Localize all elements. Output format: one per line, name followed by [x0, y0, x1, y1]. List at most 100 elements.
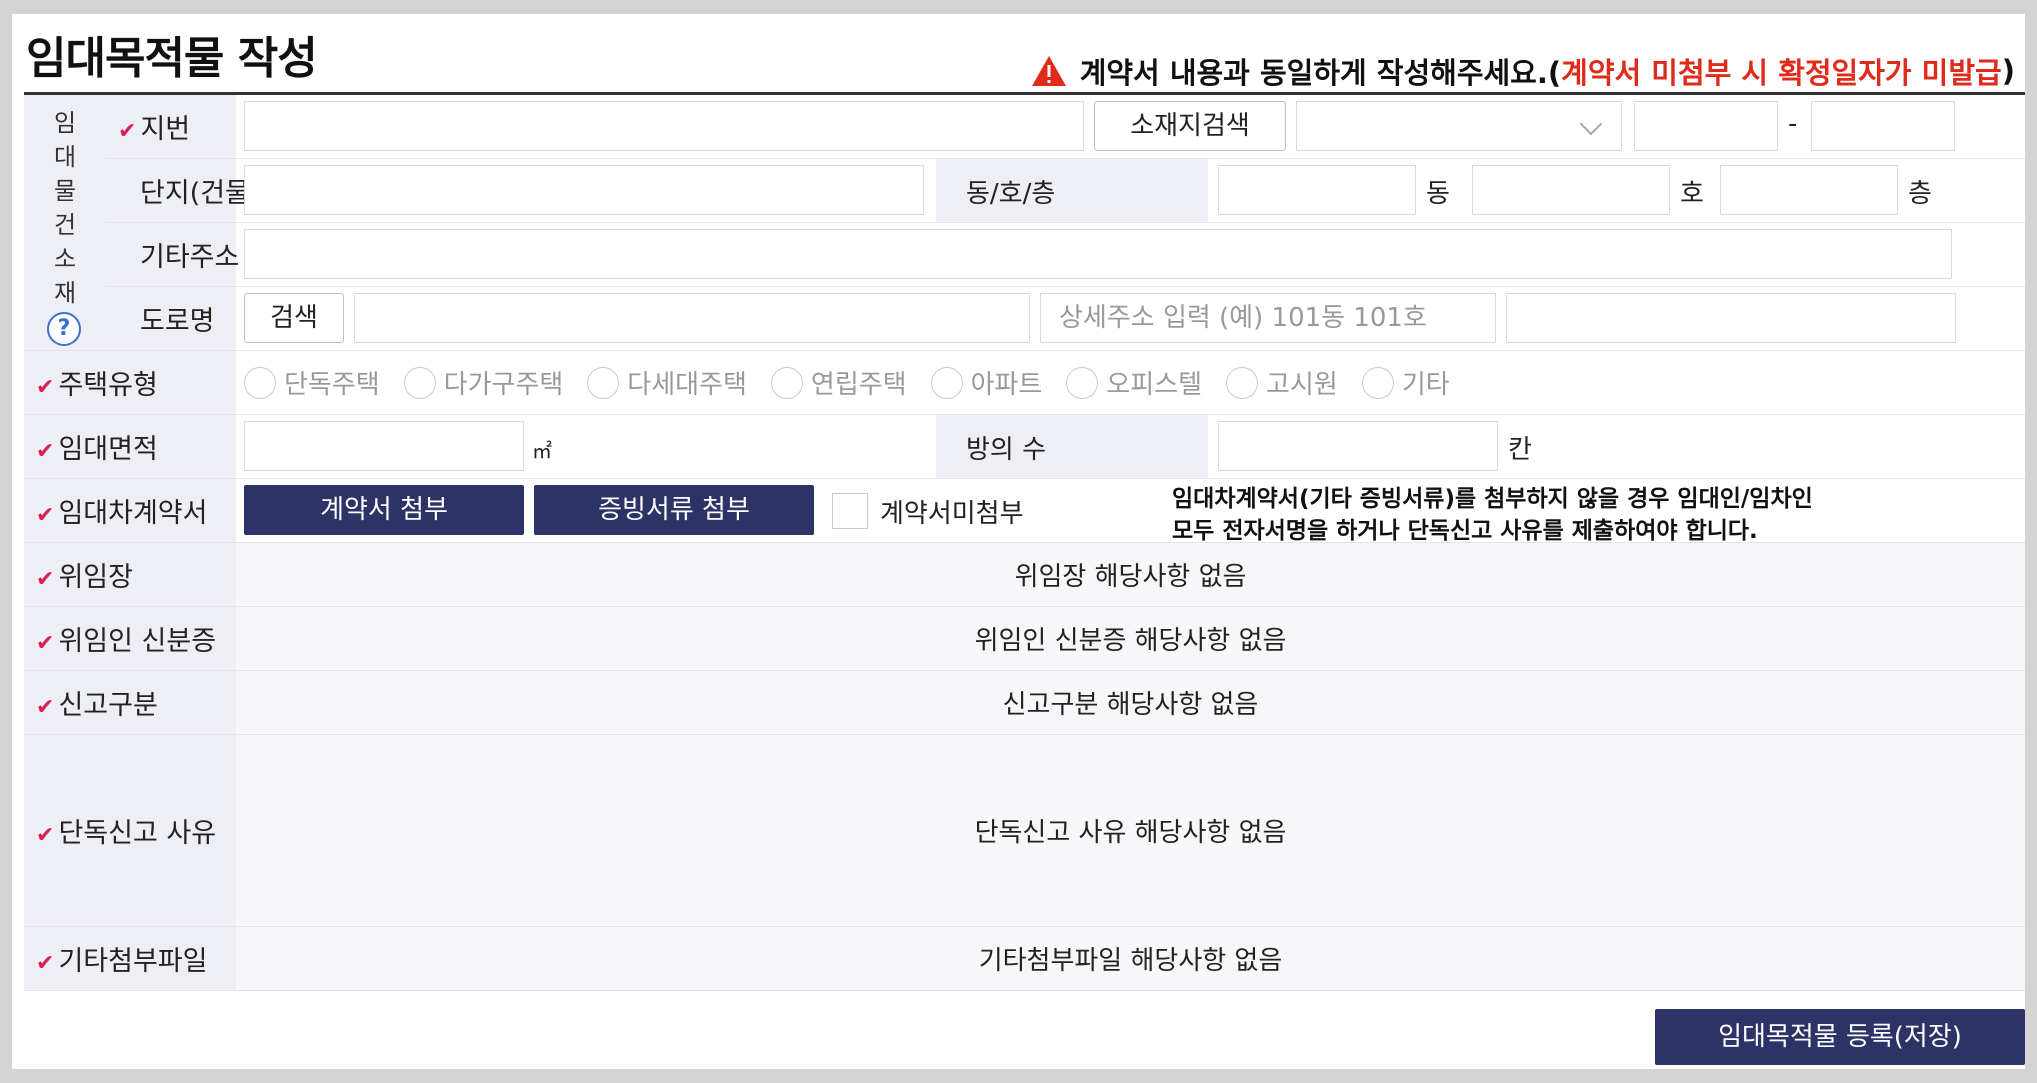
power-of-attorney-value: 위임장 해당사항 없음 — [236, 542, 2025, 607]
jibun-label: ✔ 지번 — [106, 95, 236, 159]
jibun-select[interactable] — [1296, 101, 1622, 151]
contract-cell: 계약서 첨부 증빙서류 첨부 계약서미첨부 임대차계약서(기타 증빙서류)를 첨… — [236, 478, 2025, 544]
radio-row-house[interactable]: 연립주택 — [770, 364, 907, 401]
housing-type-radio-group: 단독주택 다가구주택 다세대주택 연립주택 아파트 오피스텔 고시원 기타 — [236, 351, 2025, 414]
notice-banner: 계약서 내용과 동일하게 작성해주세요.(계약서 미첨부 시 확정일자가 미발급… — [1030, 50, 2015, 92]
radio-officetel[interactable]: 오피스텔 — [1066, 364, 1202, 401]
notice-close-paren: ) — [2001, 54, 2015, 88]
road-address-input[interactable] — [354, 293, 1030, 343]
radio-other[interactable]: 기타 — [1361, 364, 1450, 401]
sole-report-reason-row: ✔ 단독신고 사유 단독신고 사유 해당사항 없음 — [24, 734, 2025, 927]
radio-circle[interactable] — [587, 366, 620, 399]
jibun-sub-number-input[interactable] — [1811, 101, 1955, 151]
rooms-label-cell: 방의 수 — [936, 415, 1208, 478]
dong-ho-label: 동/호/층 — [966, 179, 1056, 209]
power-of-attorney-label-text: 위임장 — [58, 562, 133, 593]
help-icon[interactable]: ? — [47, 312, 81, 346]
notice-warning-text: 계약서 미첨부 시 확정일자가 미발급 — [1561, 56, 2002, 90]
report-type-row: ✔ 신고구분 신고구분 해당사항 없음 — [24, 670, 2025, 735]
radio-circle[interactable] — [1066, 366, 1099, 399]
other-address-label: 기타주소 — [106, 222, 239, 287]
dong-unit: 동 — [1426, 179, 1450, 209]
save-button[interactable]: 임대목적물 등록(저장) — [1655, 1009, 2025, 1065]
radio-apartment[interactable]: 아파트 — [930, 364, 1043, 401]
required-check-icon: ✔ — [36, 503, 55, 528]
delegate-id-value: 위임인 신분증 해당사항 없음 — [236, 606, 2025, 671]
required-check-icon: ✔ — [36, 631, 55, 656]
radio-circle[interactable] — [403, 366, 436, 399]
contract-label-text: 임대차계약서 — [58, 498, 208, 529]
required-check-icon: ✔ — [36, 823, 55, 848]
side-char: 대 — [53, 142, 77, 171]
notice-text: 계약서 내용과 동일하게 작성해주세요.( — [1079, 56, 1562, 90]
floor-input[interactable] — [1720, 165, 1898, 215]
radio-label: 다세대주택 — [627, 370, 747, 400]
housing-type-label-text: 주택유형 — [58, 370, 158, 401]
sole-report-reason-label-text: 단독신고 사유 — [58, 818, 217, 849]
side-char: 건 — [53, 210, 77, 239]
contract-info-line2: 모두 전자서명을 하거나 단독신고 사유를 제출하여야 합니다. — [1172, 518, 1758, 544]
jibun-input[interactable] — [244, 101, 1084, 151]
report-type-label-text: 신고구분 — [58, 690, 158, 721]
warning-icon — [1031, 56, 1066, 86]
road-extra-input[interactable] — [1506, 293, 1956, 343]
attach-contract-button[interactable]: 계약서 첨부 — [244, 485, 524, 535]
housing-type-cell: 단독주택 다가구주택 다세대주택 연립주택 아파트 오피스텔 고시원 기타 — [236, 350, 2025, 415]
attach-evidence-button[interactable]: 증빙서류 첨부 — [534, 485, 814, 535]
rooms-input[interactable] — [1218, 421, 1498, 471]
delegate-id-row: ✔ 위임인 신분증 위임인 신분증 해당사항 없음 — [24, 606, 2025, 671]
radio-circle[interactable] — [930, 366, 963, 399]
dong-input[interactable] — [1218, 165, 1416, 215]
radio-label: 고시원 — [1266, 370, 1338, 400]
complex-row: 단지(건물)명 동/호/층 동 호 층 — [24, 158, 2025, 223]
detail-address-input[interactable]: 상세주소 입력 (예) 101동 101호 — [1040, 293, 1496, 343]
road-search-button[interactable]: 검색 — [244, 293, 344, 343]
radio-label: 기타 — [1401, 370, 1450, 400]
rental-area-label: ✔ 임대면적 — [24, 414, 236, 479]
required-check-icon: ✔ — [36, 439, 55, 464]
ho-input[interactable] — [1472, 165, 1670, 215]
ho-unit: 호 — [1680, 179, 1704, 209]
radio-circle[interactable] — [770, 366, 803, 399]
radio-label: 아파트 — [970, 370, 1043, 400]
other-address-cell — [236, 222, 2025, 287]
required-check-icon: ✔ — [118, 119, 137, 144]
radio-gosiwon[interactable]: 고시원 — [1226, 364, 1338, 401]
radio-multi-household[interactable]: 다가구주택 — [403, 364, 563, 401]
sole-report-reason-value: 단독신고 사유 해당사항 없음 — [236, 734, 2025, 927]
radio-circle[interactable] — [244, 366, 276, 399]
other-attachments-label-text: 기타첨부파일 — [58, 946, 208, 977]
side-char: 소 — [53, 244, 77, 273]
required-check-icon: ✔ — [36, 567, 55, 592]
jibun-dash: - — [1788, 109, 1798, 139]
rental-area-input[interactable] — [244, 421, 524, 471]
radio-multi-family[interactable]: 다세대주택 — [587, 364, 747, 401]
report-type-value: 신고구분 해당사항 없음 — [236, 670, 2025, 735]
rental-area-cell: ㎡ 방의 수 칸 — [236, 414, 2025, 479]
location-side-label: 임 대 물 건 소 재 지 ? — [24, 95, 106, 351]
complex-cell: 동/호/층 동 호 층 — [236, 158, 2025, 223]
radio-circle[interactable] — [1226, 366, 1259, 399]
power-of-attorney-row: ✔ 위임장 위임장 해당사항 없음 — [24, 542, 2025, 607]
radio-detached-house[interactable]: 단독주택 — [244, 364, 380, 401]
other-address-input[interactable] — [244, 229, 1952, 279]
contract-label: ✔ 임대차계약서 — [24, 478, 236, 543]
rental-property-form: 임 대 물 건 소 재 지 ? ✔지번 소재지검색 - — [24, 95, 2025, 991]
other-address-row: 기타주소 — [24, 222, 2025, 287]
road-label: 도로명 — [106, 286, 236, 351]
rooms-label: 방의 수 — [966, 435, 1047, 465]
contract-info-line1: 임대차계약서(기타 증빙서류)를 첨부하지 않을 경우 임대인/임차인 — [1172, 486, 1813, 512]
complex-label: 단지(건물)명 — [106, 158, 285, 223]
sole-report-reason-label: ✔ 단독신고 사유 — [24, 734, 236, 927]
radio-label: 오피스텔 — [1106, 370, 1203, 400]
contract-not-attached-checkbox[interactable] — [832, 493, 868, 529]
required-check-icon: ✔ — [36, 695, 55, 720]
report-type-label: ✔ 신고구분 — [24, 670, 236, 735]
rental-area-row: ✔ 임대면적 ㎡ 방의 수 칸 — [24, 414, 2025, 479]
location-search-button[interactable]: 소재지검색 — [1094, 101, 1286, 151]
jibun-main-number-input[interactable] — [1634, 101, 1778, 151]
radio-circle[interactable] — [1361, 366, 1394, 399]
contract-not-attached-label: 계약서미첨부 — [880, 499, 1024, 529]
complex-name-input[interactable] — [244, 165, 924, 215]
road-cell: 검색 상세주소 입력 (예) 101동 101호 — [236, 286, 2025, 351]
